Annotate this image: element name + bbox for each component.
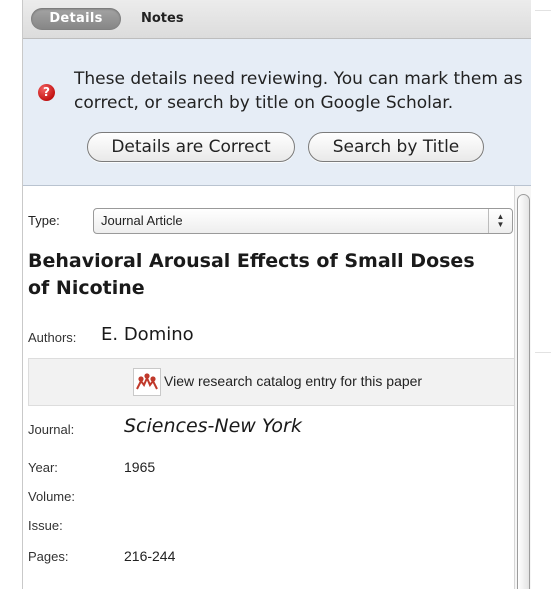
type-label: Type:: [28, 213, 60, 228]
tab-bar: Details Notes: [23, 0, 531, 39]
year-value: 1965: [124, 459, 156, 475]
left-window-edge: [0, 0, 22, 589]
view-research-catalog-button[interactable]: View research catalog entry for this pap…: [28, 358, 520, 406]
catalog-link-text: View research catalog entry for this pap…: [164, 373, 423, 389]
authors-label: Authors:: [28, 330, 77, 345]
select-arrows-icon: ▲ ▼: [488, 209, 512, 233]
gutter-divider: [535, 352, 551, 353]
tab-details[interactable]: Details: [31, 8, 121, 30]
gutter-divider: [535, 10, 551, 11]
paper-title: Behavioral Arousal Effects of Small Dose…: [28, 250, 475, 299]
journal-label: Journal:: [28, 422, 75, 437]
pages-label: Pages:: [28, 549, 69, 564]
details-are-correct-button[interactable]: Details are Correct: [87, 132, 295, 162]
type-select-value: Journal Article: [101, 213, 183, 228]
scrollbar-thumb[interactable]: [517, 194, 530, 589]
right-gutter: [531, 0, 558, 589]
year-label: Year:: [28, 460, 58, 475]
paper-details-panel: Details Notes ? These details need revie…: [0, 0, 558, 589]
details-content: Type: Journal Article ▲ ▼ Behavioral Arou…: [23, 186, 531, 589]
search-by-title-button[interactable]: Search by Title: [308, 132, 484, 162]
vertical-scrollbar[interactable]: [514, 186, 531, 589]
details-window: Details Notes ? These details need revie…: [22, 0, 532, 589]
journal-value: Sciences-New York: [124, 415, 302, 437]
pages-value: 216-244: [124, 548, 176, 564]
authors-value: E. Domino: [101, 324, 194, 345]
warning-icon: ?: [38, 84, 55, 101]
type-select[interactable]: Journal Article ▲ ▼: [93, 208, 513, 234]
volume-label: Volume:: [28, 489, 75, 504]
tab-notes[interactable]: Notes: [141, 8, 184, 30]
warning-message: These details need reviewing. You can ma…: [74, 69, 523, 113]
issue-label: Issue:: [28, 518, 63, 533]
review-warning-banner: ? These details need reviewing. You can …: [23, 39, 531, 186]
research-catalog-icon: [133, 368, 161, 396]
